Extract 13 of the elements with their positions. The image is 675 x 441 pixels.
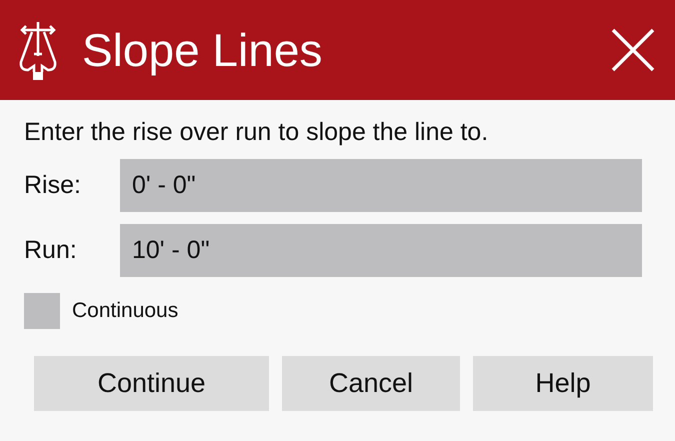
close-icon[interactable] — [611, 28, 655, 72]
instruction-text: Enter the rise over run to slope the line to. — [24, 118, 490, 147]
dialog-button[interactable]: Continue — [34, 356, 269, 411]
input-field[interactable]: 0' - 0" — [120, 159, 642, 212]
checkbox-label: Continuous — [72, 299, 178, 323]
checkbox[interactable] — [24, 293, 60, 329]
dialog-button[interactable]: Help — [473, 356, 653, 411]
input-field[interactable]: 10' - 0" — [120, 224, 642, 277]
dialog-button[interactable]: Cancel — [282, 356, 460, 411]
plumb-bob-logo-icon — [18, 20, 58, 80]
window-title: Slope Lines — [82, 23, 324, 77]
field-label: Run: — [24, 236, 78, 265]
field-label: Rise: — [24, 171, 82, 200]
